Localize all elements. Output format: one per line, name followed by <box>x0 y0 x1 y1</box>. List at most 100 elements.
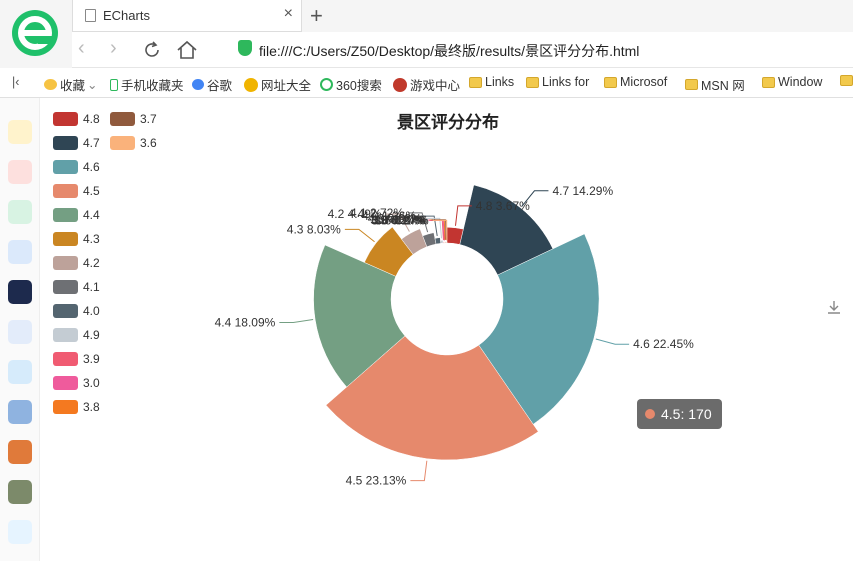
tab-title: ECharts <box>103 8 150 23</box>
legend-label: 4.6 <box>83 160 100 174</box>
bookmark-overflow[interactable] <box>840 75 853 86</box>
games-icon <box>393 77 407 92</box>
search360-icon <box>320 78 333 91</box>
tooltip-text: 4.5: 170 <box>661 406 712 422</box>
legend-swatch[interactable] <box>53 184 78 198</box>
pie-slice[interactable] <box>440 239 444 244</box>
favorites-star-icon[interactable] <box>8 120 32 144</box>
legend-swatch[interactable] <box>53 136 78 150</box>
folder-icon <box>526 76 539 88</box>
legend-swatch[interactable] <box>53 232 78 246</box>
folder-icon <box>762 76 775 88</box>
bookmark-windows[interactable]: Window <box>762 75 822 89</box>
legend-swatch[interactable] <box>53 376 78 390</box>
sites-icon <box>244 77 258 92</box>
legend-label: 3.0 <box>83 376 100 390</box>
legend-swatch[interactable] <box>53 112 78 126</box>
page-icon <box>85 9 96 22</box>
bookmark-msn[interactable]: MSN 网 <box>685 75 745 94</box>
bookmark-games[interactable]: 游戏中心 <box>393 75 460 94</box>
sidebar-toggle-icon[interactable]: |‹ <box>12 75 19 89</box>
legend-swatch[interactable] <box>53 160 78 174</box>
download-icon[interactable] <box>826 299 842 315</box>
bookmark-mobile[interactable]: 手机收藏夹 <box>110 75 184 94</box>
forward-icon[interactable]: › <box>110 37 117 60</box>
pie-slice[interactable] <box>434 237 442 245</box>
secure-shield-icon <box>238 40 252 56</box>
back-icon[interactable]: ‹ <box>78 37 85 60</box>
google-icon <box>192 79 204 90</box>
slice-label: 4.6 22.45% <box>633 337 694 351</box>
folder-icon <box>469 76 482 88</box>
new-tab-icon[interactable]: + <box>310 3 323 29</box>
address-bar[interactable]: file:///C:/Users/Z50/Desktop/最终版/results… <box>259 41 639 61</box>
bookmark-microsoft[interactable]: Microsof <box>604 75 667 89</box>
game-app-icon[interactable] <box>8 480 32 504</box>
legend-swatch[interactable] <box>53 208 78 222</box>
star-icon <box>44 79 57 90</box>
browser-logo-icon <box>12 10 58 56</box>
legend-label: 4.2 <box>83 256 100 270</box>
legend-swatch[interactable] <box>53 256 78 270</box>
pdf-app-icon[interactable] <box>8 520 32 544</box>
rose-pie-chart: 景区评分分布 4.8 4.7 4.6 4.5 4.4 4.3 4.2 4.1 4.0 4.9 3.9… <box>53 112 694 488</box>
legend-swatch[interactable] <box>110 112 135 126</box>
legend-swatch[interactable] <box>53 304 78 318</box>
slice-label: 3.6 0.14% <box>375 213 429 227</box>
slice-label: 4.4 18.09% <box>215 315 276 329</box>
folder-icon <box>685 79 698 90</box>
document-icon[interactable] <box>8 240 32 264</box>
legend-swatch[interactable] <box>53 352 78 366</box>
browser-tab[interactable]: ECharts × <box>72 0 302 32</box>
slice-label: 4.5 23.13% <box>346 474 407 488</box>
legend-label: 4.5 <box>83 184 100 198</box>
chart-title: 景区评分分布 <box>397 112 499 132</box>
phone-icon <box>110 78 118 91</box>
chart-legend: 4.8 4.7 4.6 4.5 4.4 4.3 4.2 4.1 4.0 4.9 3.9 3.0 3.8 3… <box>53 112 157 414</box>
label-leader-line <box>344 228 375 243</box>
navigation-bar: ‹ › file:///C:/Users/Z50/Desktop/最终版/res… <box>72 32 853 68</box>
home-icon[interactable] <box>176 40 198 60</box>
browser-sidebar <box>0 98 40 561</box>
refresh-icon[interactable] <box>142 40 162 60</box>
cloud-icon[interactable] <box>8 360 32 384</box>
legend-swatch[interactable] <box>110 136 135 150</box>
close-tab-icon[interactable]: × <box>284 5 293 23</box>
word-icon[interactable] <box>8 320 32 344</box>
legend-label: 4.8 <box>83 112 100 126</box>
chart-container: 景区评分分布 4.8 4.7 4.6 4.5 4.4 4.3 4.2 4.1 4.0 4.9 3.9… <box>40 98 853 561</box>
bookmark-google[interactable]: 谷歌 <box>192 75 232 94</box>
legend-label: 3.8 <box>83 400 100 414</box>
game-app-icon[interactable] <box>8 400 32 424</box>
legend-swatch[interactable] <box>53 328 78 342</box>
legend-label: 4.7 <box>83 136 100 150</box>
bookmark-favorites[interactable]: 收藏 ⌄ <box>44 75 98 94</box>
legend-swatch[interactable] <box>53 280 78 294</box>
news-icon[interactable] <box>8 280 32 304</box>
legend-label: 3.6 <box>140 136 157 150</box>
bookmark-sites[interactable]: 网址大全 <box>244 75 311 94</box>
bookmark-links-for[interactable]: Links for <box>526 75 589 89</box>
weibo-icon[interactable] <box>8 160 32 184</box>
legend-label: 4.3 <box>83 232 100 246</box>
legend-label: 4.4 <box>83 208 100 222</box>
slice-label: 4.3 8.03% <box>287 222 341 236</box>
slice-label: 4.7 14.29% <box>552 184 613 198</box>
legend-label: 3.9 <box>83 352 100 366</box>
game-app-icon[interactable] <box>8 440 32 464</box>
legend-label: 3.7 <box>140 112 157 126</box>
folder-icon <box>840 75 853 86</box>
label-leader-line <box>279 318 314 323</box>
tooltip-color-dot <box>645 409 655 419</box>
chart-tooltip: 4.5: 170 <box>637 399 722 429</box>
legend-label: 4.9 <box>83 328 100 342</box>
label-leader-line <box>410 460 428 482</box>
legend-swatch[interactable] <box>53 400 78 414</box>
browser-top-bar: ECharts × + ‹ › file:///C:/Users/Z50/Des… <box>0 0 853 68</box>
bookmark-links[interactable]: Links <box>469 75 514 89</box>
bookmarks-bar: |‹ 收藏 ⌄ 手机收藏夹 谷歌 网址大全 360搜索 游戏中心 Links Li… <box>0 68 853 98</box>
label-leader-line <box>595 338 630 345</box>
mail-icon[interactable] <box>8 200 32 224</box>
folder-icon <box>604 76 617 88</box>
bookmark-360[interactable]: 360搜索 <box>320 75 382 94</box>
